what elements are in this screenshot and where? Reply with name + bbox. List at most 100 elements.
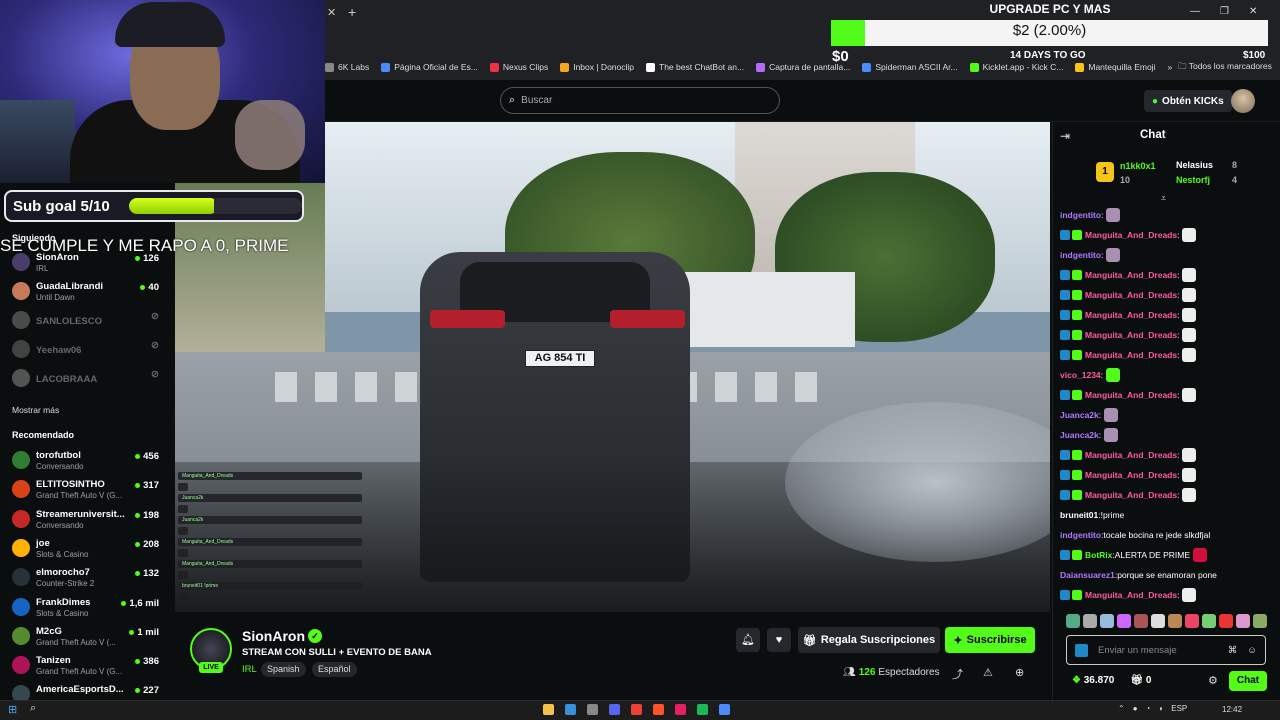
leader-1-name[interactable]: n1kk0x1 bbox=[1120, 161, 1156, 171]
streamer-name[interactable]: SionAron bbox=[242, 628, 305, 644]
brave-icon[interactable] bbox=[653, 704, 664, 715]
tag-spanish[interactable]: Spanish bbox=[261, 662, 306, 677]
chat-message[interactable]: Manguita_And_Dreads: bbox=[1060, 465, 1270, 485]
restore-icon[interactable]: ❐ bbox=[1220, 6, 1229, 17]
chat-message[interactable]: Juanca2k: bbox=[1060, 405, 1270, 425]
emote-icon[interactable] bbox=[1066, 614, 1080, 628]
leader-2-name[interactable]: Nelasius bbox=[1176, 160, 1213, 170]
chat-message[interactable]: indgentito: bbox=[1060, 205, 1270, 225]
chat-username[interactable]: Manguita_And_Dreads bbox=[1085, 450, 1177, 460]
emote-icon[interactable] bbox=[1100, 614, 1114, 628]
emote-icon[interactable] bbox=[1168, 614, 1182, 628]
get-kicks-button[interactable]: ● Obtén KICKs bbox=[1144, 90, 1232, 112]
chevron-up-icon[interactable]: ⌃ bbox=[1118, 704, 1125, 713]
language-indicator[interactable]: ESP bbox=[1171, 704, 1187, 713]
chat-message[interactable]: Manguita_And_Dreads: bbox=[1060, 445, 1270, 465]
wifi-icon[interactable]: ◔ bbox=[1146, 704, 1151, 713]
new-tab-icon[interactable]: + bbox=[348, 4, 356, 20]
chat-username[interactable]: vico_1234 bbox=[1060, 370, 1101, 380]
chat-username[interactable]: BotRix bbox=[1085, 550, 1112, 560]
steam-icon[interactable] bbox=[565, 704, 576, 715]
sidebar-channel-item[interactable]: ELTITOSINTHO Grand Theft Auto V (G... 317 bbox=[8, 477, 163, 505]
chat-username[interactable]: Juanca2k bbox=[1060, 410, 1099, 420]
emote-icon[interactable] bbox=[1253, 614, 1267, 628]
chat-username[interactable]: indgentito bbox=[1060, 210, 1101, 220]
subscribe-button[interactable]: ✦ Suscribirse bbox=[945, 627, 1035, 653]
emote-icon[interactable] bbox=[1151, 614, 1165, 628]
bookmark-item[interactable]: The best ChatBot an... bbox=[646, 62, 744, 72]
sidebar-channel-item[interactable]: Yeehaw06 ⊘ bbox=[8, 337, 163, 365]
chat-message[interactable]: Manguita_And_Dreads: bbox=[1060, 325, 1270, 345]
chat-message[interactable]: Manguita_And_Dreads: bbox=[1060, 225, 1270, 245]
file-explorer-icon[interactable] bbox=[543, 704, 554, 715]
sidebar-channel-item[interactable]: FrankDimes Slots & Casino 1,6 mil bbox=[8, 595, 163, 623]
emote-icon[interactable] bbox=[1185, 614, 1199, 628]
chat-message[interactable]: indgentito: bbox=[1060, 245, 1270, 265]
emote-icon[interactable] bbox=[1117, 614, 1131, 628]
bookmark-item[interactable]: Kicklet.app - Kick C... bbox=[969, 62, 1063, 72]
chat-username[interactable]: Manguita_And_Dreads bbox=[1085, 290, 1177, 300]
chat-message[interactable]: Daiansuarez1: porque se enamoran pone bbox=[1060, 565, 1270, 585]
chat-message[interactable]: Manguita_And_Dreads: bbox=[1060, 345, 1270, 365]
sidebar-channel-item[interactable]: LACOBRAAA ⊘ bbox=[8, 366, 163, 394]
chat-username[interactable]: Daiansuarez1 bbox=[1060, 570, 1115, 580]
sidebar-channel-item[interactable]: SANLOLESCO ⊘ bbox=[8, 308, 163, 336]
all-bookmarks-link[interactable]: 🗀 Todos los marcadores bbox=[1178, 61, 1272, 75]
close-window-icon[interactable]: ✕ bbox=[1249, 6, 1257, 17]
app-icon[interactable] bbox=[587, 704, 598, 715]
chat-input[interactable]: Enviar un mensaje ⌘ ☺ bbox=[1066, 635, 1266, 665]
chat-username[interactable]: Manguita_And_Dreads bbox=[1085, 350, 1177, 360]
app-icon[interactable] bbox=[719, 704, 730, 715]
emote-icon[interactable] bbox=[1134, 614, 1148, 628]
bookmarks-more-icon[interactable]: » bbox=[1167, 62, 1172, 72]
spotify-icon[interactable] bbox=[697, 704, 708, 715]
notification-bell-icon[interactable]: 🔔︎ bbox=[736, 628, 760, 652]
chat-username[interactable]: Manguita_And_Dreads bbox=[1085, 590, 1177, 600]
user-avatar[interactable] bbox=[1231, 89, 1255, 113]
chat-settings-icon[interactable]: ⚙ bbox=[1208, 674, 1218, 687]
sidebar-channel-item[interactable]: joe Slots & Casino 208 bbox=[8, 536, 163, 564]
points[interactable]: ❖ 36.870 bbox=[1072, 675, 1114, 686]
sidebar-channel-item[interactable]: Streameruniversit... Conversando 198 bbox=[8, 507, 163, 535]
chat-message[interactable]: Manguita_And_Dreads: bbox=[1060, 585, 1270, 605]
emote-icon[interactable] bbox=[1236, 614, 1250, 628]
chat-message[interactable]: Manguita_And_Dreads: bbox=[1060, 385, 1270, 405]
sidebar-channel-item[interactable]: Tanizen Grand Theft Auto V (G... 386 bbox=[8, 653, 163, 681]
bookmark-item[interactable]: Página Oficial de Es... bbox=[381, 62, 478, 72]
minimize-icon[interactable]: — bbox=[1190, 6, 1200, 17]
gift-subs-button[interactable]: 🎁︎ Regala Suscripciones bbox=[798, 627, 940, 653]
windows-start-icon[interactable]: ⊞ bbox=[8, 703, 17, 716]
chat-username[interactable]: Juanca2k bbox=[1060, 430, 1099, 440]
chat-username[interactable]: Manguita_And_Dreads bbox=[1085, 470, 1177, 480]
clock[interactable]: 12:42 bbox=[1222, 705, 1242, 714]
chat-username[interactable]: Manguita_And_Dreads bbox=[1085, 330, 1177, 340]
mic-icon[interactable]: ● bbox=[1133, 704, 1138, 713]
bookmark-item[interactable]: Nexus Clips bbox=[489, 62, 548, 72]
chat-message[interactable]: Manguita_And_Dreads: bbox=[1060, 485, 1270, 505]
chat-username[interactable]: bruneit01 bbox=[1060, 510, 1098, 520]
tag-espanol[interactable]: Español bbox=[312, 662, 357, 677]
sidebar-channel-item[interactable]: elmorocho7 Counter-Strike 2 132 bbox=[8, 565, 163, 593]
app-icon[interactable] bbox=[675, 704, 686, 715]
category-link[interactable]: IRL bbox=[242, 664, 257, 675]
bookmark-item[interactable]: 6K Labs bbox=[325, 62, 369, 72]
bookmark-item[interactable]: Inbox | Donoclip bbox=[560, 62, 634, 72]
show-more-link[interactable]: Mostrar más bbox=[12, 405, 59, 415]
chat-message[interactable]: Manguita_And_Dreads: bbox=[1060, 265, 1270, 285]
share-icon[interactable]: ⤴ bbox=[952, 666, 963, 682]
chat-message[interactable]: Manguita_And_Dreads: bbox=[1060, 285, 1270, 305]
follow-heart-icon[interactable]: ♥ bbox=[767, 628, 791, 652]
sidebar-channel-item[interactable]: torofutbol Conversando 456 bbox=[8, 448, 163, 476]
leader-3-name[interactable]: Nestorfj bbox=[1176, 175, 1210, 185]
chat-username[interactable]: Manguita_And_Dreads bbox=[1085, 230, 1177, 240]
chrome-icon[interactable] bbox=[631, 704, 642, 715]
add-user-icon[interactable]: ⊕ bbox=[1015, 666, 1024, 679]
chat-username[interactable]: indgentito bbox=[1060, 250, 1101, 260]
emote-icon[interactable] bbox=[1083, 614, 1097, 628]
emote-icon[interactable] bbox=[1202, 614, 1216, 628]
sidebar-channel-item[interactable]: GuadaLibrandi Until Dawn 40 bbox=[8, 279, 163, 307]
chat-message[interactable]: vico_1234: bbox=[1060, 365, 1270, 385]
chat-username[interactable]: Manguita_And_Dreads bbox=[1085, 390, 1177, 400]
chat-message[interactable]: BotRix: ALERTA DE PRIME bbox=[1060, 545, 1270, 565]
discord-icon[interactable] bbox=[609, 704, 620, 715]
